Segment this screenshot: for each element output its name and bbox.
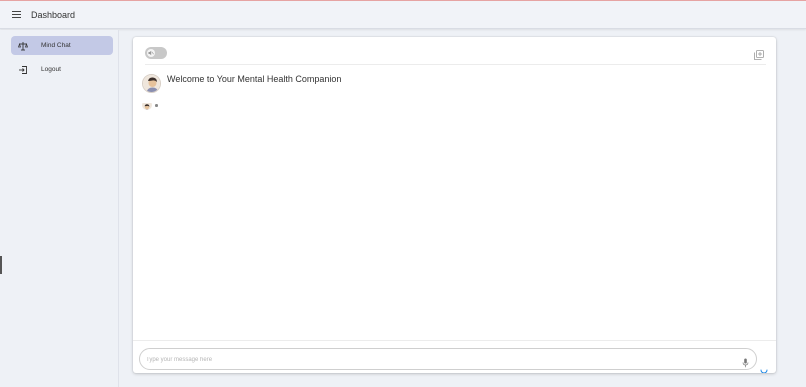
sidebar-item-mind-chat[interactable]: Mind Chat [11, 36, 113, 55]
typing-indicator [155, 104, 158, 107]
assistant-avatar-small [142, 100, 152, 110]
sidebar-item-label: Logout [41, 66, 61, 73]
message-box [139, 348, 757, 370]
divider [133, 340, 776, 341]
sidebar-item-logout[interactable]: Logout [11, 60, 113, 79]
logout-icon [18, 65, 28, 75]
chat-panel: Welcome to Your Mental Health Companion [133, 37, 776, 374]
volume-off-icon [147, 49, 155, 57]
add-box-icon[interactable] [754, 47, 764, 60]
scale-icon [18, 41, 28, 51]
welcome-message: Welcome to Your Mental Health Companion [167, 74, 342, 84]
message-input[interactable] [146, 352, 726, 367]
sound-toggle[interactable] [145, 47, 167, 59]
app-bar: Dashboard [0, 0, 806, 29]
assistant-avatar [142, 74, 161, 93]
divider [145, 64, 766, 65]
sidebar-item-label: Mind Chat [41, 42, 71, 49]
page-title: Dashboard [31, 9, 76, 20]
mic-icon[interactable] [742, 355, 749, 368]
loading-spinner [760, 360, 768, 374]
window-edge [0, 256, 2, 274]
sidebar: Mind Chat Logout [0, 30, 119, 387]
menu-icon[interactable] [12, 11, 21, 18]
